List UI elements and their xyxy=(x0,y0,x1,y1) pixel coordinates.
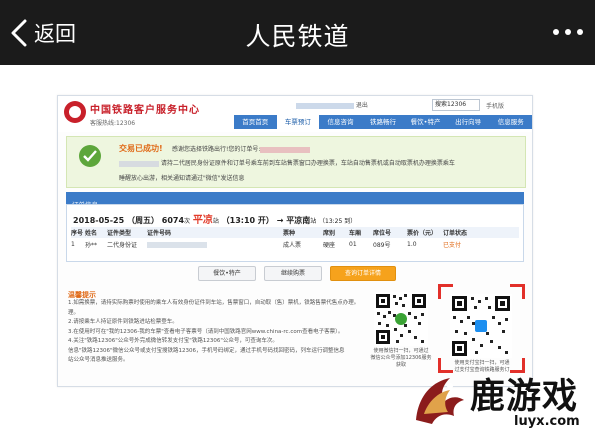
user-info: 退出 xyxy=(296,100,368,109)
continue-buy-button[interactable]: 继续购票 xyxy=(264,266,322,281)
nav-item-food[interactable]: 餐饮•特产 xyxy=(404,115,447,129)
nav-item-info[interactable]: 信息咨询 xyxy=(319,115,362,129)
success-note: 睡醒放心出游，相关通知请通过"微信"发送信息 xyxy=(119,175,245,182)
watermark-url: luyx.com xyxy=(514,414,580,429)
alipay-qr-code xyxy=(450,294,512,358)
page-title: 人民铁道 xyxy=(245,22,350,51)
trip-summary: 2018-05-25 （周五） 6074次 平凉站 （13:10 开） → 平凉… xyxy=(73,215,357,226)
success-subtitle: 感谢您选择铁路出行!您的订单号: xyxy=(172,144,311,153)
success-title: 交易已成功! xyxy=(119,144,163,153)
action-buttons: 餐饮•特产 继续购票 查询订单详情 xyxy=(58,266,532,281)
site-name: 中国铁路客户服务中心 xyxy=(90,105,200,116)
order-section-header: 订单信息 xyxy=(66,192,524,209)
food-button[interactable]: 餐饮•特产 xyxy=(198,266,256,281)
watermark: 鹿游戏 luyx.com xyxy=(410,364,595,432)
order-status[interactable]: 已支付 xyxy=(443,240,477,249)
scan-frame-corner xyxy=(510,284,525,299)
nav-item-home[interactable]: 首页首页 xyxy=(234,115,277,129)
table-row: 1 孙** 二代身份证 成人票 硬座 01 089号 1.0 已支付 xyxy=(71,239,519,250)
railway-logo-icon xyxy=(64,101,86,123)
tips-list: 1.如需换票，请持实际购票时使用的乘车人有效身份证件到车站，售票窗口，自动取（售… xyxy=(68,300,360,363)
deer-logo-icon xyxy=(416,378,464,424)
more-menu-icon[interactable] xyxy=(551,26,585,38)
order-panel: 2018-05-25 （周五） 6074次 平凉站 （13:10 开） → 平凉… xyxy=(66,204,524,262)
query-order-button[interactable]: 查询订单详情 xyxy=(330,266,396,281)
check-icon xyxy=(79,145,101,167)
site-nav: 首页首页 车票预订 信息咨询 铁路畅行 餐饮•特产 出行向导 信息服务 xyxy=(234,115,532,129)
success-detail: 请持二代居民身份证原件和订单号乘车前到车站售票窗口办理换票，车站自动售票机或自动… xyxy=(119,158,455,167)
wechat-qr-code xyxy=(374,292,428,346)
mobile-version-link[interactable]: 手机版 xyxy=(486,101,504,110)
logout-link[interactable]: 退出 xyxy=(356,102,368,109)
order-table-header: 序号 姓名 证件类型 证件号码 票种 席别 车厢 席位号 票价（元） 订单状态 xyxy=(71,227,519,238)
nav-item-tickets[interactable]: 车票预订 xyxy=(276,115,320,129)
hotline: 客服热线:12306 xyxy=(90,120,136,127)
nav-item-travel[interactable]: 铁路畅行 xyxy=(362,115,405,129)
nav-item-guide[interactable]: 出行向导 xyxy=(447,115,490,129)
app-bar: 返回 人民铁道 xyxy=(0,0,595,65)
success-banner: 交易已成功! 感谢您选择铁路出行!您的订单号: 请持二代居民身份证原件和订单号乘… xyxy=(66,136,526,188)
watermark-text: 鹿游戏 xyxy=(470,376,579,417)
screenshot-image: 中国铁路客户服务中心 客服热线:12306 退出 搜索12306 手机版 首页首… xyxy=(57,95,533,387)
nav-item-service[interactable]: 信息服务 xyxy=(489,115,532,129)
site-search-input[interactable]: 搜索12306 xyxy=(432,99,480,111)
site-header: 中国铁路客户服务中心 客服热线:12306 退出 搜索12306 手机版 首页首… xyxy=(58,96,532,132)
